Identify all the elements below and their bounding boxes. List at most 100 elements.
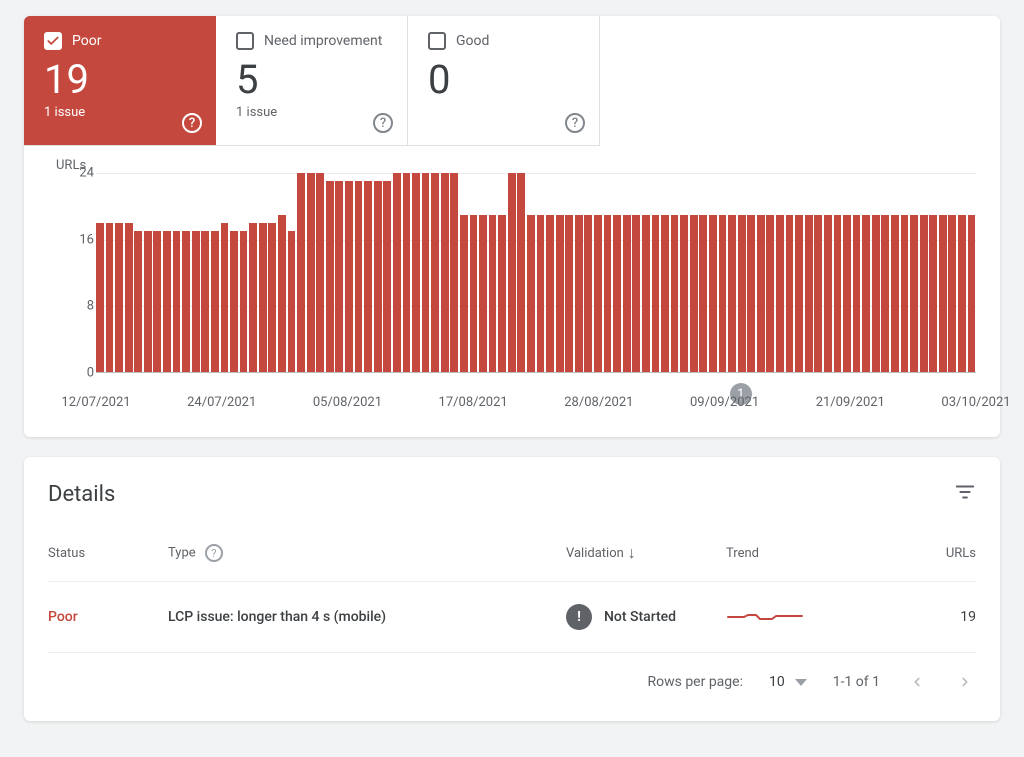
- chart-bar[interactable]: [862, 215, 870, 373]
- chart-bar[interactable]: [604, 215, 612, 373]
- chart-bar[interactable]: [690, 215, 698, 373]
- chart-bar[interactable]: [699, 215, 707, 373]
- chart-bar[interactable]: [115, 223, 123, 373]
- chart-bar[interactable]: [556, 215, 564, 373]
- chart-bar[interactable]: [546, 215, 554, 373]
- chart-bar[interactable]: [297, 173, 305, 373]
- chart-bar[interactable]: [383, 181, 391, 373]
- chart-bar[interactable]: [393, 173, 401, 373]
- chart-bar[interactable]: [671, 215, 679, 373]
- chart-bar[interactable]: [939, 215, 947, 373]
- chart-bar[interactable]: [891, 215, 899, 373]
- col-trend[interactable]: Trend: [726, 546, 896, 561]
- chart-bar[interactable]: [508, 173, 516, 373]
- chart-bar[interactable]: [441, 173, 449, 373]
- chart-bar[interactable]: [374, 181, 382, 373]
- chart-bar[interactable]: [498, 215, 506, 373]
- chart-bar[interactable]: [192, 231, 200, 373]
- chart-bar[interactable]: [843, 215, 851, 373]
- chart-bar[interactable]: [489, 215, 497, 373]
- chart-bar[interactable]: [901, 215, 909, 373]
- prev-page-button[interactable]: [906, 671, 928, 693]
- chart-bar[interactable]: [920, 215, 928, 373]
- chart-bar[interactable]: [738, 215, 746, 373]
- chart-bar[interactable]: [642, 215, 650, 373]
- chart-bar[interactable]: [211, 231, 219, 373]
- chart-bar[interactable]: [805, 215, 813, 373]
- chart-bar[interactable]: [345, 181, 353, 373]
- help-icon[interactable]: ?: [205, 544, 223, 562]
- tab-poor[interactable]: Poor191 issue?: [24, 16, 216, 146]
- chart-bar[interactable]: [728, 215, 736, 373]
- chart-bar[interactable]: [527, 215, 535, 373]
- col-type[interactable]: Type ?: [168, 544, 566, 562]
- chart-bar[interactable]: [719, 215, 727, 373]
- chart-bar[interactable]: [326, 181, 334, 373]
- chart-bar[interactable]: [249, 223, 257, 373]
- chart-bar[interactable]: [201, 231, 209, 373]
- chart-bar[interactable]: [968, 215, 976, 373]
- chart-bar[interactable]: [632, 215, 640, 373]
- chart-bar[interactable]: [259, 223, 267, 373]
- chart-bar[interactable]: [450, 173, 458, 373]
- chart-bar[interactable]: [814, 215, 822, 373]
- chart-bar[interactable]: [584, 215, 592, 373]
- chart-bar[interactable]: [594, 215, 602, 373]
- chart-bar[interactable]: [910, 215, 918, 373]
- chart-bar[interactable]: [364, 181, 372, 373]
- chart-bar[interactable]: [479, 215, 487, 373]
- chart-bar[interactable]: [853, 215, 861, 373]
- col-validation[interactable]: Validation ↓: [566, 543, 726, 563]
- chart-bar[interactable]: [221, 223, 229, 373]
- chart-bar[interactable]: [929, 215, 937, 373]
- tab-good[interactable]: Good0 ?: [408, 16, 600, 146]
- chart-bar[interactable]: [125, 223, 133, 373]
- chart-bar[interactable]: [403, 173, 411, 373]
- help-icon[interactable]: ?: [182, 113, 202, 133]
- chart-bar[interactable]: [776, 215, 784, 373]
- chart-bar[interactable]: [144, 231, 152, 373]
- chart-bar[interactable]: [517, 173, 525, 373]
- chart-bar[interactable]: [824, 215, 832, 373]
- chart-bar[interactable]: [881, 215, 889, 373]
- help-icon[interactable]: ?: [565, 113, 585, 133]
- tab-need-improvement[interactable]: Need improvement51 issue?: [216, 16, 408, 146]
- chart-bar[interactable]: [288, 231, 296, 373]
- chart-bar[interactable]: [230, 231, 238, 373]
- chart-bar[interactable]: [163, 231, 171, 373]
- table-row[interactable]: Poor LCP issue: longer than 4 s (mobile)…: [48, 582, 976, 653]
- chart-bar[interactable]: [757, 215, 765, 373]
- chart-bar[interactable]: [872, 215, 880, 373]
- chart-bar[interactable]: [747, 215, 755, 373]
- chart-bar[interactable]: [575, 215, 583, 373]
- chart-bar[interactable]: [355, 181, 363, 373]
- chart-bar[interactable]: [709, 215, 717, 373]
- chart-bar[interactable]: [316, 173, 324, 373]
- chart-bar[interactable]: [431, 173, 439, 373]
- chart-bar[interactable]: [182, 231, 190, 373]
- chart-bar[interactable]: [948, 215, 956, 373]
- filter-icon[interactable]: [954, 481, 976, 507]
- chart-bar[interactable]: [96, 223, 104, 373]
- chart-bar[interactable]: [834, 215, 842, 373]
- chart-bar[interactable]: [412, 173, 420, 373]
- chart-bar[interactable]: [335, 181, 343, 373]
- chart-bar[interactable]: [134, 231, 142, 373]
- chart-bar[interactable]: [795, 215, 803, 373]
- chart-bar[interactable]: [470, 215, 478, 373]
- chart-bar[interactable]: [173, 231, 181, 373]
- chart-bar[interactable]: [623, 215, 631, 373]
- chart-bar[interactable]: [422, 173, 430, 373]
- chart-bar[interactable]: [106, 223, 114, 373]
- chart-bar[interactable]: [786, 215, 794, 373]
- chart-bar[interactable]: [240, 231, 248, 373]
- chart-bar[interactable]: [153, 231, 161, 373]
- chart-bar[interactable]: [680, 215, 688, 373]
- rows-per-page-select[interactable]: 10: [769, 674, 807, 690]
- next-page-button[interactable]: [954, 671, 976, 693]
- col-urls[interactable]: URLs: [896, 546, 976, 561]
- chart-bar[interactable]: [460, 215, 468, 373]
- help-icon[interactable]: ?: [373, 113, 393, 133]
- chart-bar[interactable]: [613, 215, 621, 373]
- chart-bar[interactable]: [652, 215, 660, 373]
